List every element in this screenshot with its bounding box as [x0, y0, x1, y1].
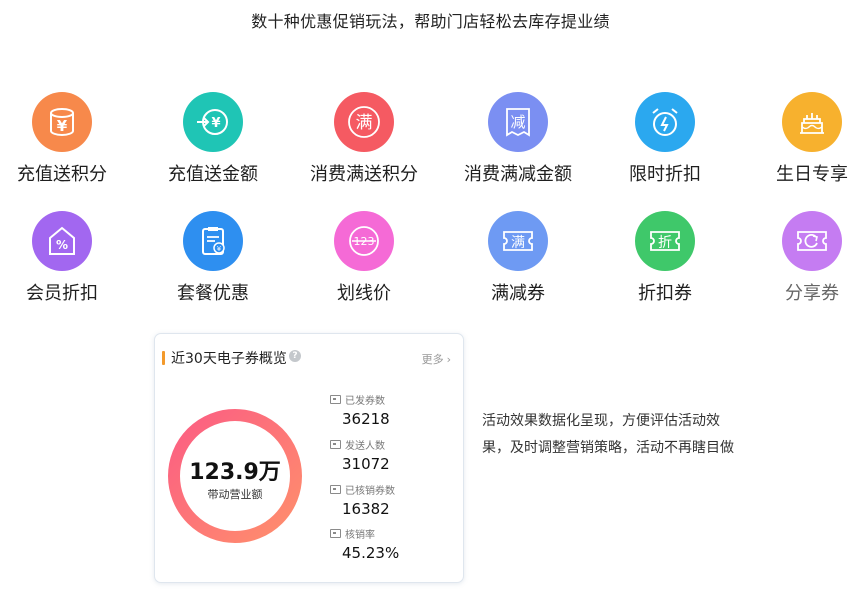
feature-label: 消费满送积分 — [310, 164, 418, 185]
description-text: 活动效果数据化呈现，方便评估活动效果，及时调整营销策略，活动不再瞎目做 — [482, 413, 734, 456]
strikethrough-price-icon: 123 — [334, 211, 394, 271]
feature-label: 分享券 — [785, 283, 839, 304]
help-icon[interactable]: ? — [289, 350, 301, 362]
clipboard-yen-icon: ¥ — [183, 211, 243, 271]
stat-value: 45.23% — [342, 544, 400, 562]
feature-label: 折扣券 — [638, 283, 692, 304]
alarm-clock-icon — [635, 92, 695, 152]
stat-value: 31072 — [342, 455, 390, 473]
title-accent-bar — [162, 351, 165, 365]
feature-label: 满减券 — [491, 283, 545, 304]
stat-redeemed: 已核销券数 16382 — [330, 482, 395, 518]
discount-coupon-icon: 折 — [635, 211, 695, 271]
revenue-ring: 123.9万 带动营业额 — [165, 406, 305, 546]
feature-label: 限时折扣 — [629, 164, 701, 185]
svg-text:满: 满 — [511, 235, 525, 251]
stat-recipients: 发送人数 31072 — [330, 437, 390, 473]
feature-reduce-coupon[interactable]: 满 满减券 — [448, 211, 588, 305]
feature-label: 生日专享 — [776, 164, 848, 185]
feature-spend-points[interactable]: 满 消费满送积分 — [294, 92, 434, 186]
coupon-overview-card: 近30天电子券概览 ? 更多 › 123.9万 带动营业额 已发券数 36218 … — [154, 333, 464, 583]
feature-recharge-amount[interactable]: ¥ 充值送金额 — [143, 92, 283, 186]
stat-label: 核销率 — [345, 530, 375, 541]
feature-label: 划线价 — [337, 283, 391, 304]
feature-package-offer[interactable]: ¥ 套餐优惠 — [143, 211, 283, 305]
coupon-mini-icon — [330, 485, 341, 494]
svg-text:%: % — [56, 238, 68, 252]
svg-text:折: 折 — [658, 235, 672, 251]
svg-text:¥: ¥ — [217, 245, 222, 253]
more-link[interactable]: 更多 › — [422, 351, 451, 367]
stat-value: 16382 — [342, 500, 390, 518]
feature-share-coupon[interactable]: 分享券 — [742, 211, 861, 305]
man-character-icon: 满 — [334, 92, 394, 152]
chevron-right-icon: › — [446, 353, 451, 366]
card-title: 近30天电子券概览 — [171, 351, 287, 367]
svg-text:减: 减 — [510, 113, 525, 131]
yen-coins-icon: ¥ — [32, 92, 92, 152]
stat-label: 发送人数 — [345, 441, 385, 452]
feature-label: 会员折扣 — [26, 283, 98, 304]
feature-strikethrough-price[interactable]: 123 划线价 — [294, 211, 434, 305]
feature-label: 套餐优惠 — [177, 283, 249, 304]
stat-label: 已发券数 — [345, 396, 385, 407]
feature-label: 充值送金额 — [168, 164, 258, 185]
coupon-mini-icon — [330, 529, 341, 538]
coupon-mini-icon — [330, 395, 341, 404]
feature-recharge-points[interactable]: ¥ 充值送积分 — [0, 92, 132, 186]
coupon-mini-icon — [330, 440, 341, 449]
feature-label: 消费满减金额 — [464, 164, 572, 185]
revenue-value: 123.9万 — [189, 460, 281, 485]
stat-value: 36218 — [342, 410, 390, 428]
svg-text:满: 满 — [356, 113, 373, 133]
feature-label: 充值送积分 — [17, 164, 107, 185]
birthday-cake-icon — [782, 92, 842, 152]
page-heading: 数十种优惠促销玩法，帮助门店轻松去库存提业绩 — [251, 12, 610, 31]
feature-spend-reduce[interactable]: 减 消费满减金额 — [448, 92, 588, 186]
stat-issued: 已发券数 36218 — [330, 392, 390, 428]
transfer-yen-icon: ¥ — [183, 92, 243, 152]
revenue-caption: 带动营业额 — [207, 488, 263, 501]
svg-text:¥: ¥ — [57, 117, 68, 135]
more-link-label: 更多 — [421, 353, 444, 366]
feature-discount-coupon[interactable]: 折 折扣券 — [595, 211, 735, 305]
feature-birthday[interactable]: 生日专享 — [742, 92, 861, 186]
feature-member-discount[interactable]: % 会员折扣 — [0, 211, 132, 305]
feature-timed-discount[interactable]: 限时折扣 — [595, 92, 735, 186]
percent-house-icon: % — [32, 211, 92, 271]
man-coupon-icon: 满 — [488, 211, 548, 271]
reduce-tag-icon: 减 — [488, 92, 548, 152]
stat-redemption-rate: 核销率 45.23% — [330, 526, 399, 562]
stat-label: 已核销券数 — [345, 486, 395, 497]
svg-text:¥: ¥ — [211, 116, 220, 131]
share-coupon-icon — [782, 211, 842, 271]
